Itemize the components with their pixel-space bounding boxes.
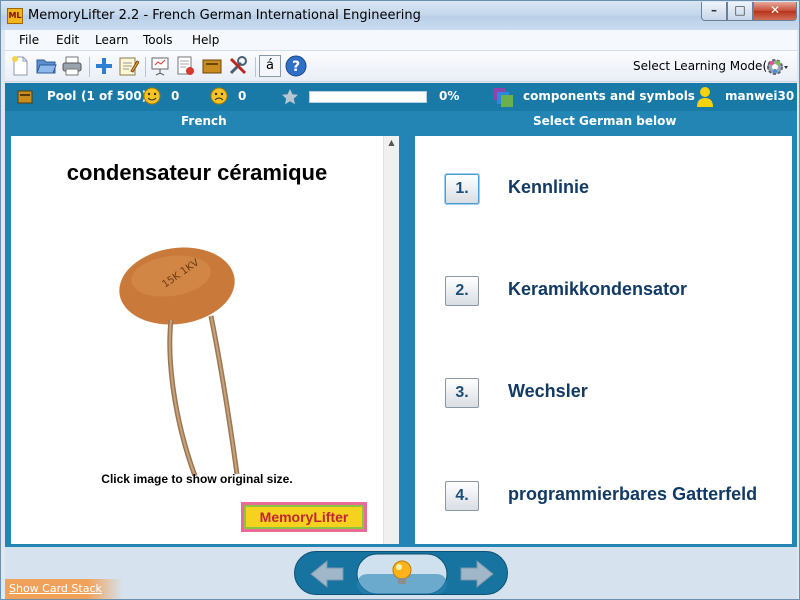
- menu-tools[interactable]: Tools: [143, 33, 173, 47]
- main-area: condensateur céramique 15K 1KV Click ima…: [5, 133, 797, 547]
- question-panel: condensateur céramique 15K 1KV Click ima…: [11, 136, 399, 544]
- pool-count: (1 of 500): [81, 89, 148, 103]
- column-header: French Select German below: [5, 111, 797, 133]
- sad-face-icon: [210, 87, 228, 105]
- memorylifter-logo: MemoryLifter: [241, 502, 367, 532]
- menu-bar: File Edit Learn Tools Help: [5, 30, 797, 51]
- star-icon: [282, 89, 298, 105]
- special-character-icon[interactable]: á: [259, 55, 281, 77]
- pool-box-icon: [17, 90, 33, 104]
- print-icon[interactable]: [61, 55, 83, 77]
- tools-icon[interactable]: [227, 55, 249, 77]
- learning-mode-label[interactable]: Select Learning Mode(s): [633, 59, 778, 73]
- hint-lightbulb-icon[interactable]: [355, 552, 449, 596]
- answer-instruction-label: Select German below: [533, 114, 677, 128]
- status-bar: Pool (1 of 500) 0 0 0% components and sy…: [5, 83, 797, 111]
- edit-notepad-icon[interactable]: [117, 55, 139, 77]
- navigation-controls: [294, 551, 508, 595]
- help-icon[interactable]: ?: [285, 55, 307, 77]
- user-icon: [697, 87, 713, 107]
- question-word: condensateur céramique: [66, 160, 328, 185]
- answer-text[interactable]: programmierbares Gatterfeld: [508, 483, 778, 505]
- answer-text[interactable]: Keramikkondensator: [508, 278, 778, 300]
- logo-text-lifter: Lifter: [313, 509, 349, 525]
- svg-text:?: ?: [292, 59, 300, 75]
- menu-help[interactable]: Help: [192, 33, 219, 47]
- question-scrollbar[interactable]: ▲: [383, 136, 399, 544]
- close-button[interactable]: ✕: [753, 2, 797, 21]
- answer-number-button[interactable]: 3.: [445, 378, 479, 408]
- menu-learn[interactable]: Learn: [95, 33, 129, 47]
- answer-number-button[interactable]: 2.: [445, 276, 479, 306]
- presentation-icon[interactable]: [149, 55, 171, 77]
- forward-arrow-icon[interactable]: [447, 556, 503, 592]
- menu-edit[interactable]: Edit: [56, 33, 79, 47]
- ceramic-capacitor-image[interactable]: 15K 1KV: [119, 246, 259, 476]
- answer-number-button[interactable]: 1.: [445, 174, 479, 204]
- progress-percent: 0%: [439, 89, 460, 103]
- chapter-name[interactable]: components and symbols: [523, 89, 695, 103]
- toolbar: á ? Select Learning Mode(s): [5, 51, 797, 82]
- wrong-count: 0: [238, 89, 247, 103]
- toolbar-separator: [89, 57, 90, 77]
- correct-count: 0: [171, 89, 180, 103]
- bottom-bar: Show Card Stack: [5, 547, 797, 599]
- new-file-icon[interactable]: [9, 55, 31, 77]
- maximize-button[interactable]: □: [727, 2, 753, 21]
- user-name[interactable]: manwei30: [725, 89, 794, 103]
- card-chart-icon[interactable]: [175, 55, 197, 77]
- question-language-label: French: [181, 114, 227, 128]
- minimize-button[interactable]: –: [701, 2, 727, 21]
- app-window: ML MemoryLifter 2.2 - French German Inte…: [0, 0, 800, 600]
- answer-text[interactable]: Kennlinie: [508, 176, 778, 198]
- progress-bar: [309, 91, 427, 103]
- happy-face-icon: [143, 87, 161, 105]
- answer-number-button[interactable]: 4.: [445, 481, 479, 511]
- show-card-stack-link[interactable]: Show Card Stack: [9, 582, 102, 595]
- chapter-icon: [493, 88, 513, 107]
- scroll-up-arrow-icon[interactable]: ▲: [384, 136, 399, 150]
- answer-text[interactable]: Wechsler: [508, 380, 778, 402]
- title-bar[interactable]: ML MemoryLifter 2.2 - French German Inte…: [1, 1, 799, 30]
- toolbar-separator: [145, 57, 146, 77]
- open-folder-icon[interactable]: [35, 55, 57, 77]
- menu-file[interactable]: File: [19, 33, 39, 47]
- image-hint-text: Click image to show original size.: [101, 472, 293, 486]
- show-card-stack-tab[interactable]: Show Card Stack: [5, 579, 123, 599]
- toolbar-separator: [255, 57, 256, 77]
- box-icon[interactable]: [201, 55, 223, 77]
- app-logo-icon: ML: [7, 8, 23, 24]
- pool-label: Pool: [47, 89, 77, 103]
- answer-panel: 1. Kennlinie 2. Keramikkondensator 3. We…: [415, 136, 792, 544]
- add-icon[interactable]: [93, 55, 115, 77]
- learning-mode-gear-icon[interactable]: [765, 56, 789, 78]
- window-title: MemoryLifter 2.2 - French German Interna…: [28, 8, 421, 23]
- logo-text-memory: Memory: [259, 509, 314, 525]
- back-arrow-icon[interactable]: [301, 556, 357, 592]
